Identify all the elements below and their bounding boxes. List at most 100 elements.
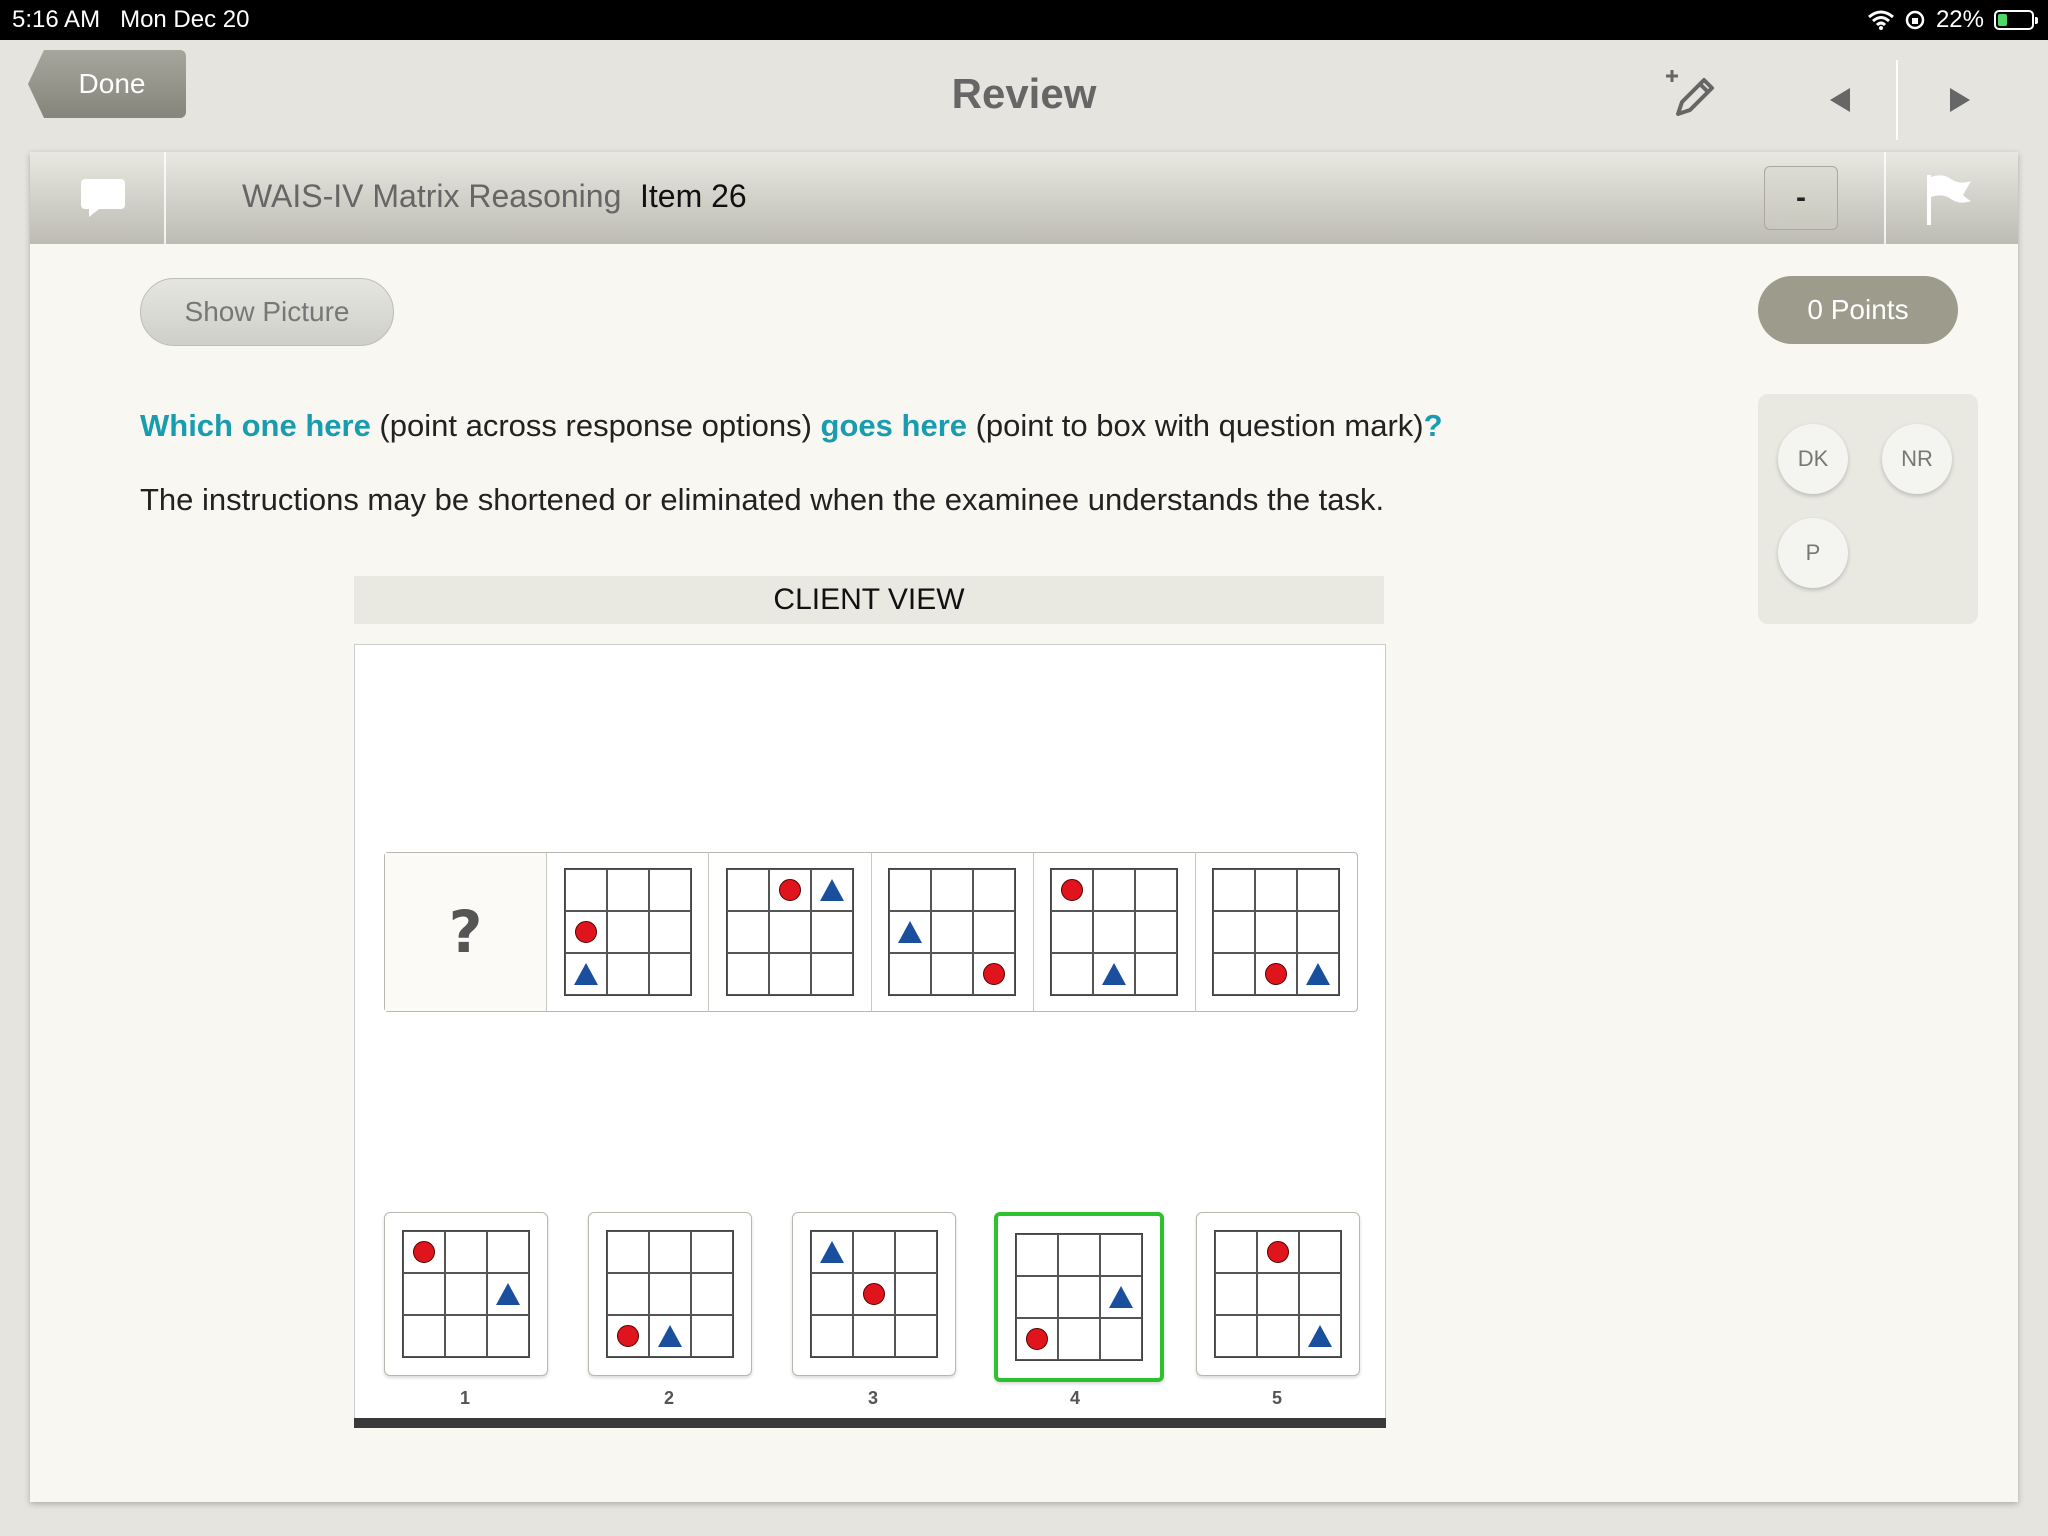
matrix-cell [1194,853,1357,1011]
grid-cell [1135,869,1178,911]
grid-cell [564,953,607,995]
grid-cell [811,1273,853,1315]
score-dropdown[interactable]: - [1764,166,1838,230]
grid-cell [445,1273,487,1315]
instruction-cue-2: goes here [820,408,967,443]
grid-cell [1016,1234,1058,1276]
blue-triangle-icon [898,921,923,943]
grid-cell [1255,911,1298,953]
next-item-icon[interactable] [1940,80,1980,120]
red-circle-icon [413,1241,435,1263]
grid-3x3 [1212,868,1341,996]
grid-cell [768,953,811,995]
grid-3x3 [402,1230,530,1358]
dont-know-button[interactable]: DK [1778,424,1848,494]
test-name: WAIS-IV Matrix Reasoning [242,178,622,214]
comment-icon[interactable] [74,172,132,224]
red-circle-icon [863,1283,885,1305]
header-divider [1884,152,1886,244]
grid-cell [1257,1315,1299,1357]
prompt-button[interactable]: P [1778,518,1848,588]
grid-cell [1051,953,1094,995]
red-circle-icon [1265,963,1288,985]
grid-cell [606,953,649,995]
response-option-3[interactable] [792,1212,956,1376]
grid-cell [811,1231,853,1273]
grid-cell [648,953,691,995]
grid-3x3 [563,868,692,996]
response-option-5[interactable] [1196,1212,1360,1376]
previous-item-icon[interactable] [1820,80,1860,120]
grid-cell [1299,1231,1341,1273]
matrix-cell [870,853,1033,1011]
blue-triangle-icon [819,879,844,901]
grid-cell [445,1231,487,1273]
question-mark: ? [448,898,483,966]
grid-cell [403,1315,445,1357]
grid-cell [691,1273,733,1315]
red-circle-icon [778,879,801,901]
instruction-text-1: (point across response options) [370,408,821,443]
grid-cell [1215,1231,1257,1273]
blue-triangle-icon [1306,963,1331,985]
header-divider [164,152,166,244]
flag-icon[interactable] [1920,172,1976,228]
grid-3x3 [1050,868,1179,996]
status-time: 5:16 AM [12,6,101,33]
orientation-lock-icon [1905,10,1925,30]
grid-cell [691,1231,733,1273]
no-response-button[interactable]: NR [1882,424,1952,494]
grid-cell [1093,869,1136,911]
grid-cell [1093,911,1136,953]
grid-3x3 [810,1230,938,1358]
grid-cell [1093,953,1136,995]
blue-triangle-icon [1308,1325,1332,1347]
grid-cell [487,1231,529,1273]
grid-cell [1299,1315,1341,1357]
grid-cell [1255,869,1298,911]
grid-cell [1213,869,1256,911]
red-circle-icon [983,963,1006,985]
add-note-pencil-icon[interactable] [1662,64,1722,124]
show-picture-button[interactable]: Show Picture [140,278,394,346]
instruction-text-2: (point to box with question mark) [967,408,1424,443]
grid-cell [810,953,853,995]
grid-cell [811,1315,853,1357]
grid-cell [1135,953,1178,995]
grid-cell [648,911,691,953]
grid-cell [768,869,811,911]
administration-instruction: Which one here (point across response op… [140,408,1443,444]
response-option-2[interactable] [588,1212,752,1376]
grid-cell [403,1273,445,1315]
points-button[interactable]: 0 Points [1758,276,1958,344]
grid-cell [1058,1276,1100,1318]
grid-cell [1297,869,1340,911]
grid-cell [1255,953,1298,995]
blue-triangle-icon [573,963,598,985]
grid-cell [487,1273,529,1315]
response-option-1[interactable] [384,1212,548,1376]
grid-cell [1058,1234,1100,1276]
grid-cell [1299,1273,1341,1315]
blue-triangle-icon [820,1241,844,1263]
matrix-stimulus-row: ? [384,852,1358,1012]
question-mark-cell: ? [385,853,547,1011]
matrix-cell [708,853,870,1011]
grid-cell [1016,1276,1058,1318]
grid-cell [726,911,769,953]
red-circle-icon [1267,1241,1289,1263]
grid-cell [1016,1318,1058,1360]
status-bar: 5:16 AM Mon Dec 20 22% [0,0,2048,40]
grid-cell [726,869,769,911]
instruction-note: The instructions may be shortened or eli… [140,482,1385,517]
wifi-icon [1867,10,1894,30]
instruction-cue-3: ? [1423,408,1443,443]
grid-cell [1135,911,1178,953]
blue-triangle-icon [496,1283,520,1305]
grid-cell [445,1315,487,1357]
grid-cell [403,1231,445,1273]
response-option-4[interactable] [994,1212,1164,1382]
grid-cell [1213,911,1256,953]
top-nav: Done Review [0,40,2048,152]
response-option-label: 2 [663,1388,674,1408]
